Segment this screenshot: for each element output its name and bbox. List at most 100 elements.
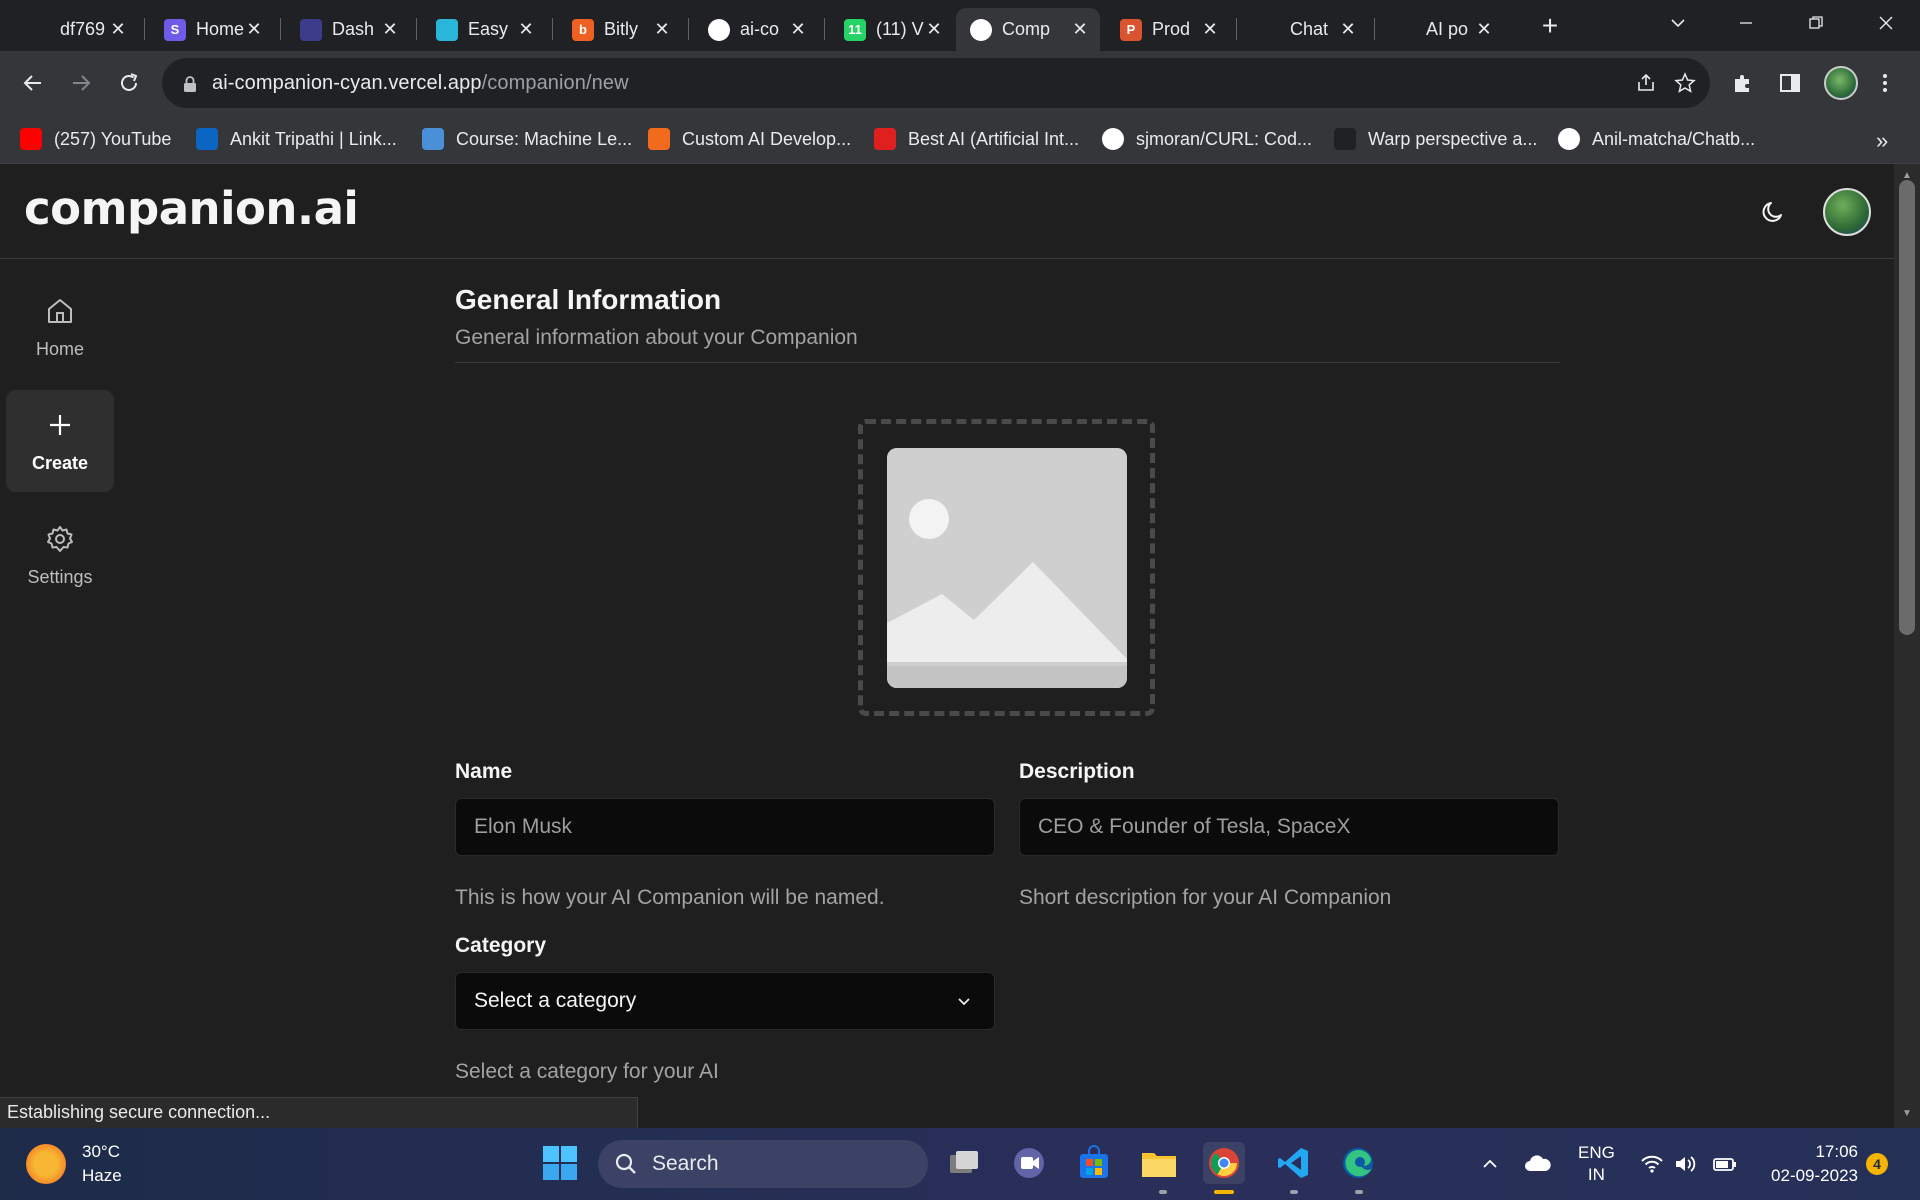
tab-title: Comp — [1002, 19, 1051, 39]
bookmark-item[interactable]: Best AI (Artificial Int... — [874, 126, 1079, 152]
wifi-icon[interactable] — [1640, 1128, 1664, 1200]
bookmark-item[interactable]: Course: Machine Le... — [422, 126, 632, 152]
bookmark-label: Ankit Tripathi | Link... — [230, 128, 397, 149]
side-panel-button[interactable] — [1775, 68, 1805, 98]
tab-title: (11) V — [876, 19, 924, 39]
chrome-taskbar-icon[interactable] — [1203, 1142, 1245, 1184]
tab-close-icon[interactable]: ✕ — [788, 19, 808, 40]
bookmark-star-icon[interactable] — [1673, 71, 1697, 95]
bookmark-label: Custom AI Develop... — [682, 128, 852, 149]
reload-button[interactable] — [114, 68, 144, 98]
task-view-icon[interactable] — [943, 1142, 985, 1184]
bookmark-favicon-icon — [874, 128, 896, 150]
scrollbar-thumb[interactable] — [1899, 180, 1915, 635]
browser-tab[interactable]: 11 (11) V ✕ — [830, 8, 954, 51]
user-avatar[interactable] — [1823, 188, 1871, 236]
onedrive-cloud-icon[interactable] — [1524, 1128, 1552, 1200]
tab-close-icon[interactable]: ✕ — [244, 19, 264, 40]
teams-chat-icon[interactable] — [1008, 1142, 1050, 1184]
forward-arrow-icon — [73, 75, 91, 91]
browser-tab[interactable]: AI po ✕ — [1380, 8, 1504, 51]
tab-title: Chat — [1290, 19, 1329, 39]
image-upload[interactable] — [858, 419, 1155, 716]
browser-tab[interactable]: ai-co ✕ — [694, 8, 818, 51]
browser-tab[interactable]: S Home ✕ — [150, 8, 274, 51]
back-button[interactable] — [18, 68, 48, 98]
app-logo[interactable]: companion.ai — [24, 182, 359, 235]
microsoft-store-icon[interactable] — [1073, 1142, 1115, 1184]
tab-close-icon[interactable]: ✕ — [1338, 19, 1358, 40]
tab-close-icon[interactable]: ✕ — [1200, 19, 1220, 40]
tab-close-icon[interactable]: ✕ — [1474, 19, 1494, 40]
search-icon — [615, 1153, 636, 1174]
minimize-button[interactable] — [1726, 8, 1766, 38]
tab-close-icon[interactable]: ✕ — [108, 19, 128, 40]
volume-icon[interactable] — [1674, 1128, 1698, 1200]
bookmarks-overflow-icon[interactable]: » — [1876, 128, 1888, 154]
browser-tab[interactable]: Dash ✕ — [286, 8, 410, 51]
browser-tab[interactable]: Chat ✕ — [1244, 8, 1368, 51]
browser-tab[interactable]: Comp ✕ — [956, 8, 1100, 51]
scroll-down-arrow-icon[interactable]: ▼ — [1900, 1108, 1914, 1122]
share-icon[interactable] — [1634, 71, 1658, 95]
lock-icon — [182, 75, 198, 92]
section-title: General Information — [455, 284, 722, 315]
moon-icon[interactable] — [1759, 197, 1789, 227]
sidebar-item-label: Home — [35, 338, 84, 359]
restore-button[interactable] — [1796, 8, 1836, 38]
description-input[interactable]: CEO & Founder of Tesla, SpaceX — [1019, 798, 1559, 856]
tab-close-icon[interactable]: ✕ — [652, 19, 672, 40]
sidebar-item-create[interactable]: Create — [6, 390, 114, 492]
tab-favicon-icon: S — [164, 18, 186, 41]
tab-search-button[interactable] — [1658, 8, 1698, 38]
tab-close-icon[interactable]: ✕ — [516, 19, 536, 40]
tab-close-icon[interactable]: ✕ — [1070, 19, 1090, 40]
taskbar-search[interactable]: Search — [598, 1140, 928, 1188]
tab-title: Bitly — [604, 19, 639, 39]
language-indicator[interactable]: ENG IN — [1578, 1128, 1615, 1200]
profile-avatar[interactable] — [1824, 66, 1858, 100]
tab-favicon-icon — [1258, 18, 1280, 41]
tab-title: Dash — [332, 19, 375, 39]
tab-close-icon[interactable]: ✕ — [380, 19, 400, 40]
bookmark-item[interactable]: Custom AI Develop... — [648, 126, 851, 152]
gear-icon — [44, 523, 76, 555]
category-select[interactable]: Select a category — [455, 972, 995, 1030]
edge-icon[interactable] — [1337, 1142, 1379, 1184]
tab-title: Easy — [468, 19, 509, 39]
windows-start-icon[interactable] — [539, 1142, 581, 1184]
browser-tab[interactable]: df769 ✕ — [14, 8, 138, 51]
battery-icon[interactable] — [1712, 1128, 1738, 1200]
browser-tab[interactable]: Easy ✕ — [422, 8, 546, 51]
bookmark-item[interactable]: Ankit Tripathi | Link... — [196, 126, 397, 152]
weather-condition: Haze — [82, 1166, 122, 1185]
new-tab-button[interactable]: + — [1536, 10, 1564, 41]
show-hidden-icons-button[interactable] — [1480, 1128, 1500, 1200]
forward-button[interactable] — [66, 68, 96, 98]
clock[interactable]: 17:06 02-09-2023 — [1758, 1128, 1858, 1200]
bookmark-favicon-icon — [1334, 128, 1356, 150]
tab-favicon-icon: b — [572, 18, 594, 41]
tab-close-icon[interactable]: ✕ — [924, 19, 944, 40]
browser-tab[interactable]: P Prod ✕ — [1106, 8, 1230, 51]
weather-temperature: 30°C — [82, 1142, 120, 1161]
bookmark-item[interactable]: Anil-matcha/Chatb... — [1558, 126, 1755, 152]
sidebar-item-settings[interactable]: Settings — [6, 504, 114, 606]
weather-widget[interactable]: 30°C Haze — [26, 1140, 122, 1188]
bookmark-favicon-icon — [422, 128, 444, 150]
bookmark-item[interactable]: sjmoran/CURL: Cod... — [1102, 126, 1312, 152]
name-input[interactable]: Elon Musk — [455, 798, 995, 856]
tab-favicon-icon — [1394, 18, 1416, 41]
close-window-button[interactable] — [1866, 8, 1906, 38]
notification-badge[interactable]: 4 — [1866, 1128, 1888, 1200]
kebab-menu-icon — [1883, 74, 1887, 92]
file-explorer-icon[interactable] — [1138, 1142, 1180, 1184]
browser-tab[interactable]: b Bitly ✕ — [558, 8, 682, 51]
extensions-button[interactable] — [1728, 68, 1758, 98]
address-bar[interactable]: ai-companion-cyan.vercel.app/companion/n… — [162, 58, 1710, 108]
sidebar-item-home[interactable]: Home — [6, 276, 114, 378]
browser-menu-button[interactable] — [1870, 68, 1900, 98]
vscode-icon[interactable] — [1272, 1142, 1314, 1184]
bookmark-item[interactable]: (257) YouTube — [20, 126, 171, 152]
bookmark-item[interactable]: Warp perspective a... — [1334, 126, 1537, 152]
